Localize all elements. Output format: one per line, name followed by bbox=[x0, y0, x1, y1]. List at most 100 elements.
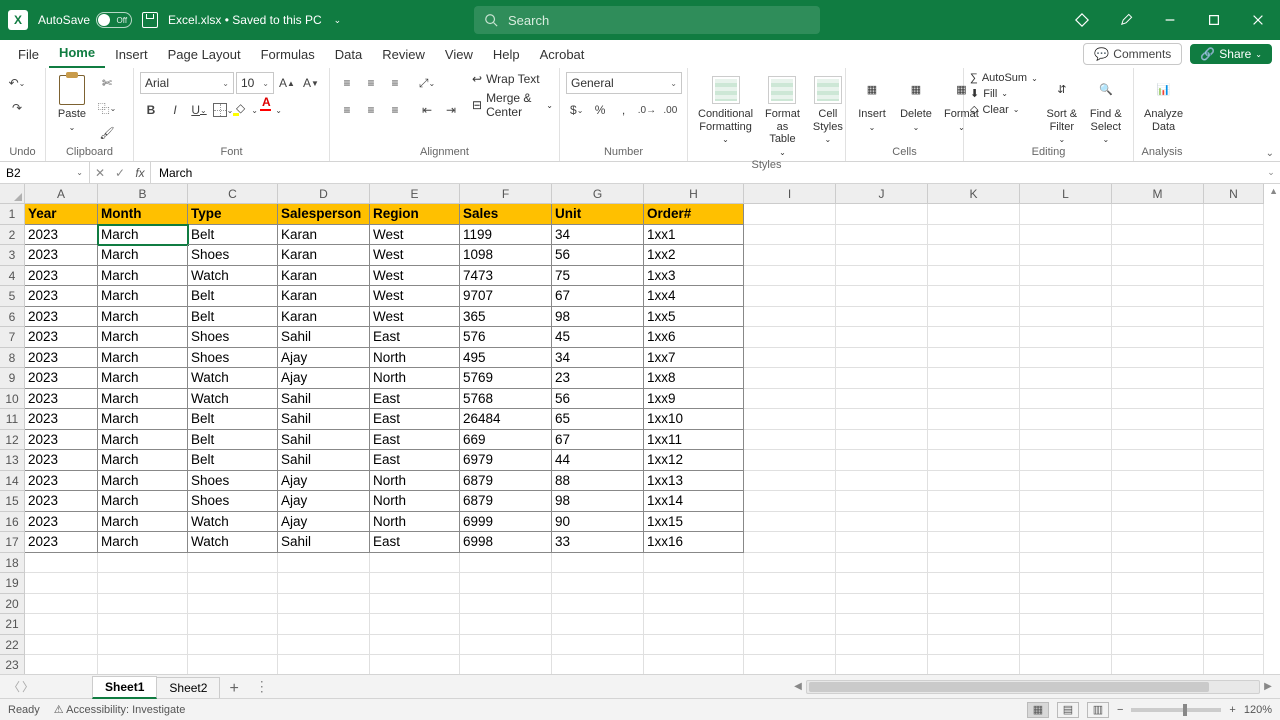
cell[interactable] bbox=[744, 614, 836, 635]
cell[interactable]: Watch bbox=[188, 368, 278, 389]
fill-button[interactable]: ⬇ Fill ⌄ bbox=[970, 87, 1038, 100]
cell[interactable]: March bbox=[98, 450, 188, 471]
cell[interactable] bbox=[1112, 389, 1204, 410]
cell[interactable] bbox=[836, 389, 928, 410]
cell[interactable] bbox=[188, 573, 278, 594]
cell[interactable] bbox=[744, 512, 836, 533]
cell[interactable]: East bbox=[370, 389, 460, 410]
cell[interactable] bbox=[1204, 532, 1264, 553]
cell[interactable] bbox=[836, 430, 928, 451]
cell[interactable] bbox=[836, 635, 928, 656]
tab-page-layout[interactable]: Page Layout bbox=[158, 43, 251, 68]
cell[interactable] bbox=[836, 471, 928, 492]
decrease-indent-button[interactable]: ⇤ bbox=[416, 99, 438, 121]
column-header[interactable]: I bbox=[744, 184, 836, 204]
wrap-text-button[interactable]: ↩Wrap Text bbox=[472, 72, 553, 86]
cell[interactable] bbox=[25, 553, 98, 574]
cell[interactable] bbox=[744, 553, 836, 574]
row-header[interactable]: 8 bbox=[0, 348, 25, 369]
cell[interactable]: East bbox=[370, 450, 460, 471]
zoom-level[interactable]: 120% bbox=[1244, 704, 1272, 716]
cell[interactable] bbox=[1204, 368, 1264, 389]
cell[interactable]: 1199 bbox=[460, 225, 552, 246]
cell[interactable] bbox=[552, 594, 644, 615]
cell[interactable] bbox=[928, 614, 1020, 635]
row-header[interactable]: 14 bbox=[0, 471, 25, 492]
name-box-input[interactable] bbox=[6, 166, 62, 180]
cell[interactable] bbox=[1204, 594, 1264, 615]
cell[interactable] bbox=[1112, 245, 1204, 266]
close-button[interactable] bbox=[1236, 0, 1280, 40]
tab-insert[interactable]: Insert bbox=[105, 43, 158, 68]
column-header[interactable]: M bbox=[1112, 184, 1204, 204]
cell[interactable] bbox=[836, 450, 928, 471]
cell[interactable]: 2023 bbox=[25, 266, 98, 287]
cell[interactable] bbox=[928, 368, 1020, 389]
cell[interactable]: West bbox=[370, 266, 460, 287]
cell[interactable] bbox=[744, 204, 836, 225]
cell[interactable]: 2023 bbox=[25, 389, 98, 410]
cell[interactable]: March bbox=[98, 286, 188, 307]
cell[interactable] bbox=[836, 553, 928, 574]
document-title[interactable]: Excel.xlsx • Saved to this PC bbox=[168, 13, 322, 27]
cell[interactable]: 1xx1 bbox=[644, 225, 744, 246]
cell[interactable] bbox=[1204, 204, 1264, 225]
cell[interactable] bbox=[836, 225, 928, 246]
cell[interactable]: North bbox=[370, 368, 460, 389]
cell[interactable]: 1xx6 bbox=[644, 327, 744, 348]
orientation-button[interactable]: ⤢⌄ bbox=[416, 72, 438, 94]
cell[interactable]: 6879 bbox=[460, 471, 552, 492]
cell[interactable] bbox=[1112, 471, 1204, 492]
sort-filter-button[interactable]: ⇵Sort &Filter ⌄ bbox=[1042, 72, 1082, 146]
cell[interactable]: Sales bbox=[460, 204, 552, 225]
cell[interactable] bbox=[370, 655, 460, 674]
fill-color-button[interactable]: ◇⌄ bbox=[236, 99, 258, 121]
column-header[interactable]: N bbox=[1204, 184, 1264, 204]
cell[interactable]: 98 bbox=[552, 307, 644, 328]
redo-button[interactable]: ↷ bbox=[6, 97, 28, 119]
cell[interactable]: March bbox=[98, 245, 188, 266]
cell[interactable] bbox=[928, 307, 1020, 328]
cell[interactable] bbox=[1112, 286, 1204, 307]
cell[interactable]: Watch bbox=[188, 389, 278, 410]
cell[interactable] bbox=[1112, 573, 1204, 594]
cell[interactable] bbox=[1112, 307, 1204, 328]
align-right-button[interactable]: ≡ bbox=[384, 99, 406, 121]
cell[interactable]: 6999 bbox=[460, 512, 552, 533]
cell[interactable] bbox=[744, 409, 836, 430]
cell[interactable] bbox=[1020, 327, 1112, 348]
cell[interactable]: Shoes bbox=[188, 491, 278, 512]
scroll-right-button[interactable]: ▶ bbox=[1260, 681, 1276, 692]
cell[interactable]: March bbox=[98, 225, 188, 246]
undo-button[interactable]: ↶⌄ bbox=[6, 72, 28, 94]
cell[interactable] bbox=[188, 655, 278, 674]
cell[interactable]: Watch bbox=[188, 532, 278, 553]
cell-styles-button[interactable]: CellStyles ⌄ bbox=[808, 72, 848, 146]
tab-review[interactable]: Review bbox=[372, 43, 435, 68]
cell[interactable] bbox=[188, 614, 278, 635]
cell[interactable] bbox=[552, 655, 644, 674]
cell[interactable] bbox=[1020, 368, 1112, 389]
row-header[interactable]: 2 bbox=[0, 225, 25, 246]
cell[interactable]: Shoes bbox=[188, 348, 278, 369]
format-as-table-button[interactable]: Format asTable ⌄ bbox=[761, 72, 804, 159]
cell[interactable] bbox=[836, 532, 928, 553]
cell[interactable]: 65 bbox=[552, 409, 644, 430]
cell[interactable]: Belt bbox=[188, 225, 278, 246]
cell[interactable]: Sahil bbox=[278, 450, 370, 471]
cell[interactable]: Shoes bbox=[188, 471, 278, 492]
cell[interactable] bbox=[1020, 655, 1112, 674]
cell[interactable] bbox=[928, 327, 1020, 348]
cell[interactable] bbox=[1112, 266, 1204, 287]
cell[interactable]: North bbox=[370, 471, 460, 492]
cell[interactable]: 67 bbox=[552, 286, 644, 307]
cell[interactable]: 2023 bbox=[25, 348, 98, 369]
cell[interactable]: March bbox=[98, 471, 188, 492]
row-header[interactable]: 3 bbox=[0, 245, 25, 266]
cell[interactable]: Karan bbox=[278, 245, 370, 266]
share-button[interactable]: 🔗 Share ⌄ bbox=[1190, 44, 1272, 64]
autosum-button[interactable]: ∑ AutoSum ⌄ bbox=[970, 72, 1038, 84]
cell[interactable]: 44 bbox=[552, 450, 644, 471]
cell[interactable] bbox=[1204, 225, 1264, 246]
cell[interactable] bbox=[1112, 512, 1204, 533]
